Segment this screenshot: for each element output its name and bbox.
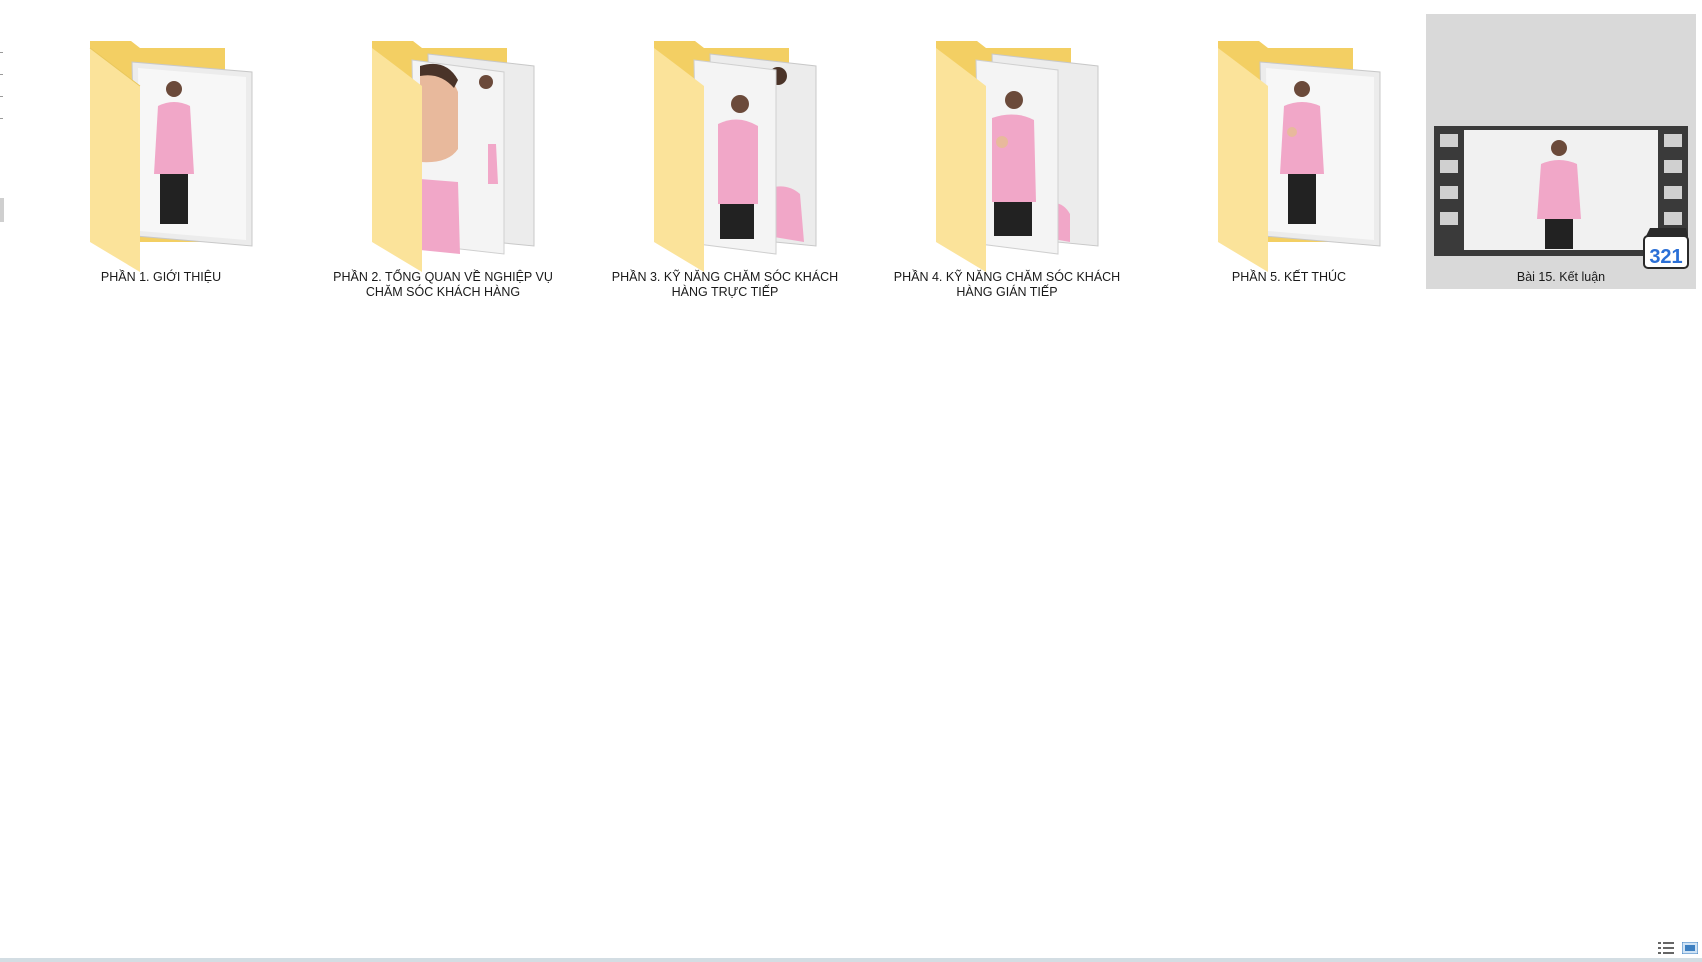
video-file-label: Bài 15. Kết luận	[1516, 270, 1606, 284]
folder-icon	[89, 41, 253, 272]
details-view-icon[interactable]	[1658, 942, 1674, 954]
navigation-pane-edge	[0, 0, 8, 962]
nav-tick	[0, 118, 3, 119]
nav-selection-marker	[0, 198, 4, 222]
folder-item-phan-4[interactable]: PHẦN 4. KỸ NĂNG CHĂM SÓC KHÁCH HÀNG GIÁN…	[872, 14, 1142, 299]
folder-item-phan-2[interactable]: PHẦN 2. TỔNG QUAN VỀ NGHIỆP VỤ CHĂM SÓC …	[308, 14, 578, 299]
folder-icon	[372, 41, 535, 272]
folder-icon	[654, 41, 817, 272]
nav-tick	[0, 96, 3, 97]
folder-label: PHẦN 1. GIỚI THIỆU	[100, 270, 222, 284]
folder-label: PHẦN 5. KẾT THÚC	[1231, 270, 1347, 284]
media-player-classic-icon: 321	[1643, 228, 1689, 269]
status-bar	[0, 950, 1702, 962]
nav-tick	[0, 52, 3, 53]
folder-icon	[1218, 41, 1381, 272]
folder-item-phan-1[interactable]: PHẦN 1. GIỚI THIỆU	[26, 14, 296, 289]
folder-label: PHẦN 4. KỸ NĂNG CHĂM SÓC KHÁCH HÀNG GIÁN…	[893, 270, 1121, 299]
folder-icon	[936, 41, 1099, 272]
video-file-item-bai-15[interactable]: 321 Bài 15. Kết luận	[1426, 14, 1696, 289]
folder-item-phan-5[interactable]: PHẦN 5. KẾT THÚC	[1154, 14, 1424, 289]
status-bar-border	[0, 958, 1702, 962]
nav-tick	[0, 74, 3, 75]
file-list-view[interactable]: PHẦN 1. GIỚI THIỆU PHẦN 2. TỔNG QUAN VỀ …	[8, 0, 1702, 950]
media-player-badge-text: 321	[1649, 246, 1682, 268]
folder-label: PHẦN 2. TỔNG QUAN VỀ NGHIỆP VỤ CHĂM SÓC …	[333, 270, 553, 299]
folder-label: PHẦN 3. KỸ NĂNG CHĂM SÓC KHÁCH HÀNG TRỰC…	[611, 270, 839, 299]
folder-item-phan-3[interactable]: PHẦN 3. KỸ NĂNG CHĂM SÓC KHÁCH HÀNG TRỰC…	[590, 14, 860, 299]
large-icons-view-icon[interactable]	[1682, 942, 1698, 954]
